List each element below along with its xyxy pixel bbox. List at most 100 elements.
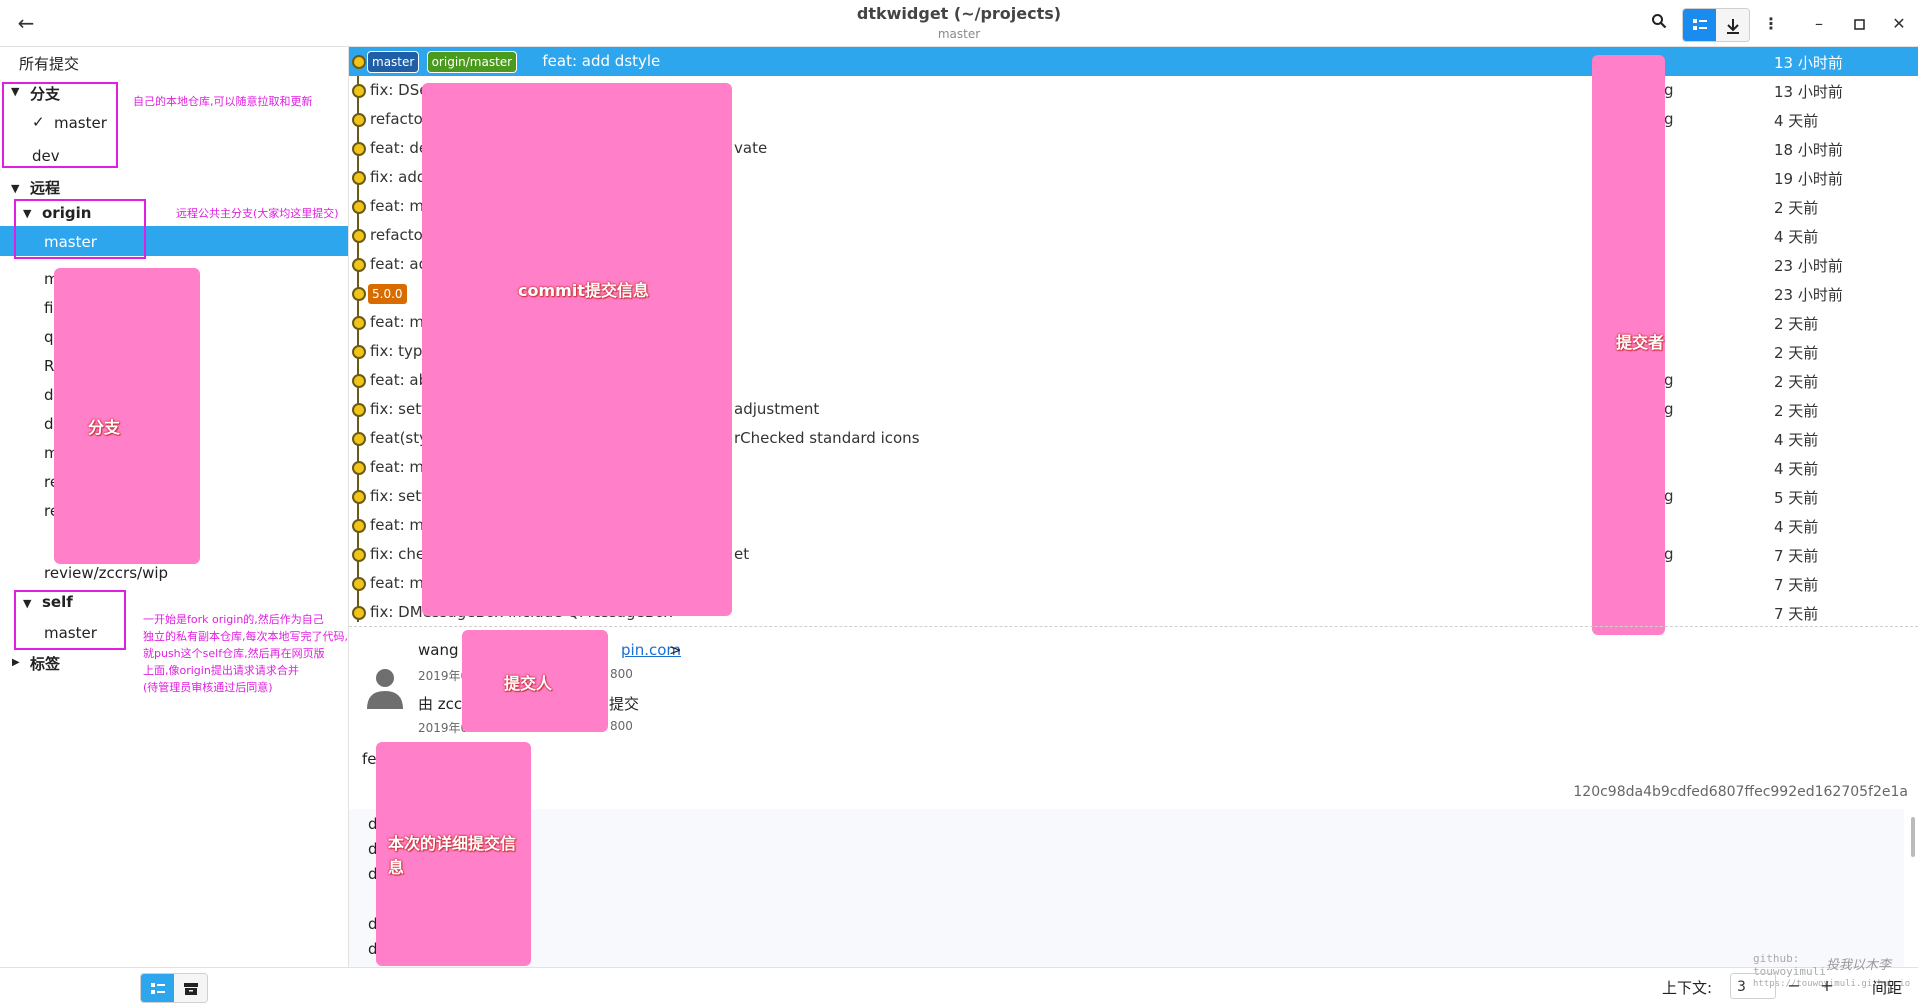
caret-down-icon[interactable]: ▼ <box>23 207 31 220</box>
sidebar-item-self[interactable]: self <box>42 593 73 611</box>
commit-time: 13 小时前 <box>1774 54 1843 72</box>
window-title: dtkwidget (~/projects) <box>856 4 1062 23</box>
sidebar-item-remote-branch[interactable]: d <box>44 386 54 404</box>
commit-node-icon <box>352 84 366 98</box>
commit-message: feat(sty <box>370 429 429 447</box>
detail-scrollbar[interactable] <box>1911 817 1915 857</box>
redaction-label: 分支 <box>88 418 121 437</box>
commit-message-tail: adjustment <box>734 400 820 418</box>
commit-node-icon <box>352 171 366 185</box>
commit-message-tail: et <box>734 545 750 563</box>
commit-node-icon <box>352 519 366 533</box>
context-minus-button[interactable]: − <box>1779 973 1809 999</box>
sidebar-item-remote-branch[interactable]: q <box>44 328 54 346</box>
commit-node-icon <box>352 374 366 388</box>
sidebar-item-origin[interactable]: origin <box>42 204 91 222</box>
sidebar-item-review[interactable]: review/zccrs/wip <box>44 564 168 582</box>
commit-time: 4 天前 <box>1774 431 1819 449</box>
caret-down-icon[interactable]: ▼ <box>11 182 19 195</box>
commit-node-icon <box>352 258 366 272</box>
committer-suffix: 提交 <box>609 695 640 713</box>
annotation-line: 就push这个self仓库,然后再在网页版 <box>143 647 325 660</box>
commit-node-icon <box>352 229 366 243</box>
commit-node-icon <box>352 55 366 69</box>
commit-message: fix: DSe <box>370 81 429 99</box>
list-view-icon[interactable] <box>1683 9 1716 41</box>
redaction-label: 本次的详细提交信息 <box>388 834 517 877</box>
commit-body: fe <box>362 750 377 768</box>
commit-node-icon <box>352 403 366 417</box>
spacing-label: 间距 <box>1872 979 1903 997</box>
committer-fragment: g <box>1664 487 1674 505</box>
commit-time: 19 小时前 <box>1774 170 1843 188</box>
annotation-origin: 远程公共主分支(大家均这里提交) <box>176 207 339 220</box>
commit-time: 2 天前 <box>1774 315 1819 333</box>
commit-node-icon <box>352 577 366 591</box>
maximize-icon[interactable] <box>1844 10 1874 38</box>
more-vertical-icon[interactable]: ⋮ <box>1756 10 1786 38</box>
commit-time: 18 小时前 <box>1774 141 1843 159</box>
commit-time: 2 天前 <box>1774 344 1819 362</box>
commit-time: 4 天前 <box>1774 228 1819 246</box>
sidebar-item-self-master[interactable]: master <box>44 624 97 642</box>
caret-right-icon[interactable]: ▶ <box>12 657 20 668</box>
sidebar-header-tags[interactable]: 标签 <box>30 653 60 674</box>
commit-message: refactor <box>370 226 430 244</box>
sidebar-item-remote-branch[interactable]: R <box>44 357 54 375</box>
sidebar-item-all-commits[interactable]: 所有提交 <box>19 53 79 74</box>
commit-node-icon <box>352 490 366 504</box>
search-icon[interactable] <box>1644 10 1674 38</box>
commit-hash[interactable]: 120c98da4b9cdfed6807ffec992ed162705f2e1a <box>1573 784 1908 800</box>
committer-date: 2019年0 <box>418 721 469 735</box>
check-icon: ✓ <box>32 113 45 131</box>
commit-time: 7 天前 <box>1774 605 1819 623</box>
commit-time: 2 天前 <box>1774 402 1819 420</box>
annotation-line: 上面,像origin提出请求请求合并 <box>143 664 299 677</box>
sidebar-header-remote[interactable]: 远程 <box>30 177 60 198</box>
author-date: 2019年0 <box>418 669 469 683</box>
sidebar-item-remote-branch[interactable]: d <box>44 415 54 433</box>
commit-time: 2 天前 <box>1774 199 1819 217</box>
commit-node-icon <box>352 606 366 620</box>
download-icon[interactable] <box>1716 9 1749 41</box>
caret-down-icon[interactable]: ▼ <box>23 597 31 610</box>
annotation-line: 独立的私有副本仓库,每次本地写完了代码, <box>143 630 348 643</box>
minimize-icon[interactable]: – <box>1804 10 1834 38</box>
commit-row[interactable]: master origin/master feat: add dstyle 13 小时… <box>349 47 1918 76</box>
committer-fragment: g <box>1664 400 1674 418</box>
commit-message: feat: de <box>370 139 429 157</box>
context-input[interactable]: 3 <box>1730 973 1776 999</box>
commit-node-icon <box>352 287 366 301</box>
committer-fragment: g <box>1664 81 1674 99</box>
committer-line: 由 zcc <box>418 695 463 713</box>
ref-badge: master <box>368 52 419 72</box>
commit-time: 4 天前 <box>1774 112 1819 130</box>
commit-node-icon <box>352 200 366 214</box>
context-plus-button[interactable]: + <box>1812 973 1842 999</box>
annotation-local: 自己的本地仓库,可以随意拉取和更新 <box>133 95 313 108</box>
annotation-line: (待管理员审核通过后同意) <box>143 681 273 694</box>
commit-time: 13 小时前 <box>1774 83 1843 101</box>
caret-down-icon[interactable]: ▼ <box>11 85 19 98</box>
close-icon[interactable]: ✕ <box>1884 10 1914 38</box>
commit-time: 7 天前 <box>1774 547 1819 565</box>
commit-node-icon <box>352 345 366 359</box>
commit-node-icon <box>352 113 366 127</box>
author-date-tail: 800 <box>610 667 633 681</box>
title-bar: ← dtkwidget (~/projects) master ⋮ – ✕ <box>0 0 1918 47</box>
commit-message: fix: add <box>370 168 427 186</box>
sidebar-item-dev[interactable]: dev <box>32 147 60 165</box>
commit-message: feat: ab <box>370 371 429 389</box>
sidebar-header-branches[interactable]: 分支 <box>30 83 60 104</box>
stash-view-icon[interactable] <box>174 974 207 1002</box>
ref-badge: 5.0.0 <box>368 284 407 304</box>
view-mode-toggle <box>1682 8 1750 42</box>
branches-view-icon[interactable] <box>141 974 174 1002</box>
committer-date-tail: 800 <box>610 719 633 733</box>
sidebar-item-master[interactable]: master <box>54 114 107 132</box>
commit-message: refactor <box>370 110 430 128</box>
sidebar-item-remote-branch[interactable]: fi <box>44 299 53 317</box>
commit-node-icon <box>352 142 366 156</box>
sidebar-item-origin-master[interactable]: master <box>44 233 97 251</box>
commit-time: 2 天前 <box>1774 373 1819 391</box>
